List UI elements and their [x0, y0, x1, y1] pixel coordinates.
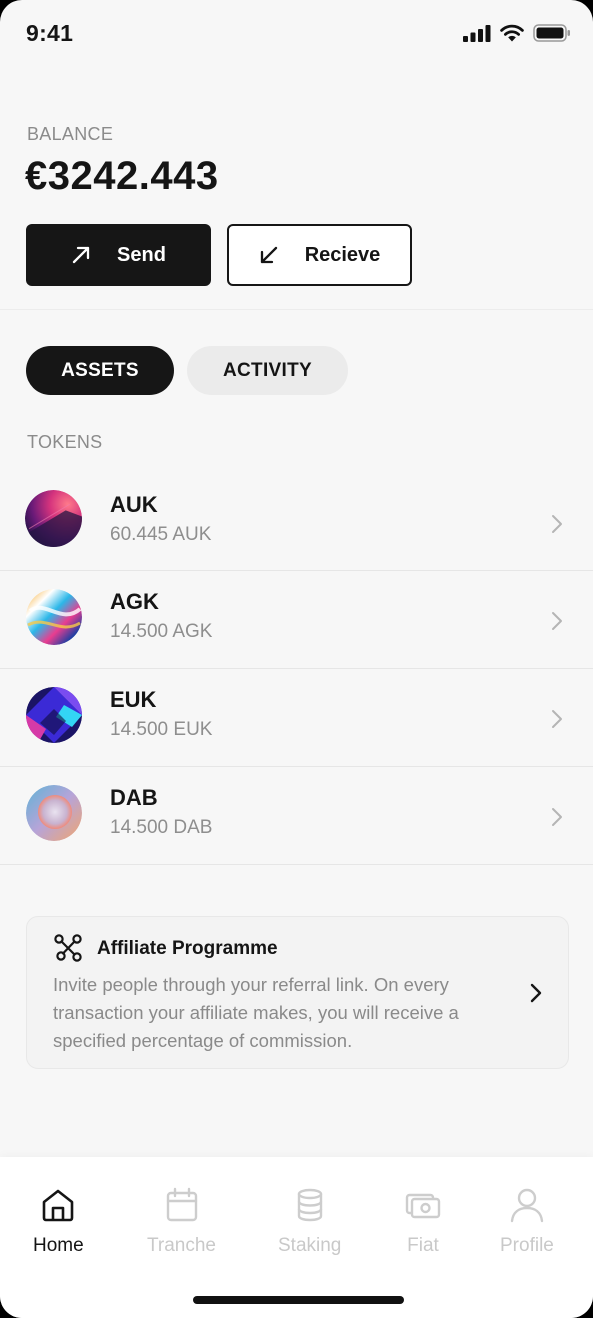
nav-label: Profile: [500, 1235, 554, 1256]
token-list: AUK 60.445 AUK AGK 14.500 AGK EUK 14.500…: [0, 474, 593, 865]
nav-label: Staking: [278, 1235, 342, 1256]
token-amount: 60.445 AUK: [110, 524, 212, 545]
token-symbol: EUK: [110, 687, 157, 712]
token-amount: 14.500 EUK: [110, 719, 213, 740]
token-row-agk[interactable]: AGK 14.500 AGK: [0, 571, 593, 669]
battery-icon: [533, 24, 570, 42]
home-icon: [43, 1189, 74, 1222]
cash-icon: [405, 1193, 441, 1219]
token-row-dab[interactable]: DAB 14.500 DAB: [0, 767, 593, 865]
token-symbol: AUK: [110, 492, 158, 517]
bottom-navigation: Home Tranche Staking Fiat Profile: [0, 1157, 593, 1318]
receive-label: Recieve: [304, 243, 381, 266]
arrow-down-left-icon: [260, 246, 277, 264]
token-symbol: AGK: [110, 589, 159, 614]
receive-button[interactable]: Recieve: [227, 224, 412, 286]
send-button[interactable]: Send: [26, 224, 211, 286]
token-amount: 14.500 AGK: [110, 621, 213, 642]
status-time: 9:41: [26, 20, 74, 46]
coins-stack-icon: [297, 1188, 322, 1222]
nav-label: Fiat: [407, 1235, 439, 1256]
token-row-auk[interactable]: AUK 60.445 AUK: [0, 474, 593, 571]
user-icon: [510, 1188, 544, 1223]
nav-label: Tranche: [147, 1235, 216, 1256]
calendar-icon: [166, 1187, 197, 1222]
tab-activity[interactable]: ACTIVITY: [187, 346, 348, 395]
chevron-right-icon: [552, 515, 562, 533]
nav-profile[interactable]: Profile: [500, 1187, 554, 1257]
arrow-up-right-icon: [72, 246, 90, 264]
status-icons: [463, 24, 571, 42]
nav-label: Home: [33, 1235, 84, 1256]
agk-token-logo: [26, 589, 82, 645]
nav-staking[interactable]: Staking: [278, 1187, 341, 1257]
balance-label: BALANCE: [27, 124, 114, 144]
euk-token-logo: [26, 687, 82, 743]
affiliate-title: Affiliate Programme: [97, 938, 278, 959]
tokens-section-label: TOKENS: [27, 432, 103, 452]
wifi-icon: [500, 24, 524, 42]
dab-token-logo: [26, 785, 82, 841]
network-icon: [54, 934, 82, 962]
token-amount: 14.500 DAB: [110, 817, 213, 838]
nav-tranche[interactable]: Tranche: [147, 1187, 216, 1257]
affiliate-programme-card[interactable]: Affiliate Programme Invite people throug…: [26, 916, 569, 1069]
chevron-right-icon: [552, 808, 562, 826]
auk-token-logo: [25, 490, 82, 547]
home-indicator[interactable]: [193, 1296, 404, 1304]
tab-assets[interactable]: ASSETS: [26, 346, 174, 395]
send-label: Send: [117, 243, 166, 266]
chevron-right-icon: [552, 710, 562, 728]
token-symbol: DAB: [110, 785, 158, 810]
signal-icon: [463, 24, 491, 42]
divider: [0, 309, 593, 310]
token-row-euk[interactable]: EUK 14.500 EUK: [0, 669, 593, 767]
chevron-right-icon: [552, 612, 562, 630]
wallet-screen: 9:41 BALANCE €3242.443 Send Recieve ASSE…: [0, 0, 593, 1318]
nav-home[interactable]: Home: [33, 1187, 84, 1257]
affiliate-description: Invite people through your referral link…: [53, 974, 459, 1051]
balance-value: €3242.443: [25, 154, 219, 198]
nav-fiat[interactable]: Fiat: [405, 1187, 441, 1257]
chevron-right-icon: [530, 983, 542, 1003]
